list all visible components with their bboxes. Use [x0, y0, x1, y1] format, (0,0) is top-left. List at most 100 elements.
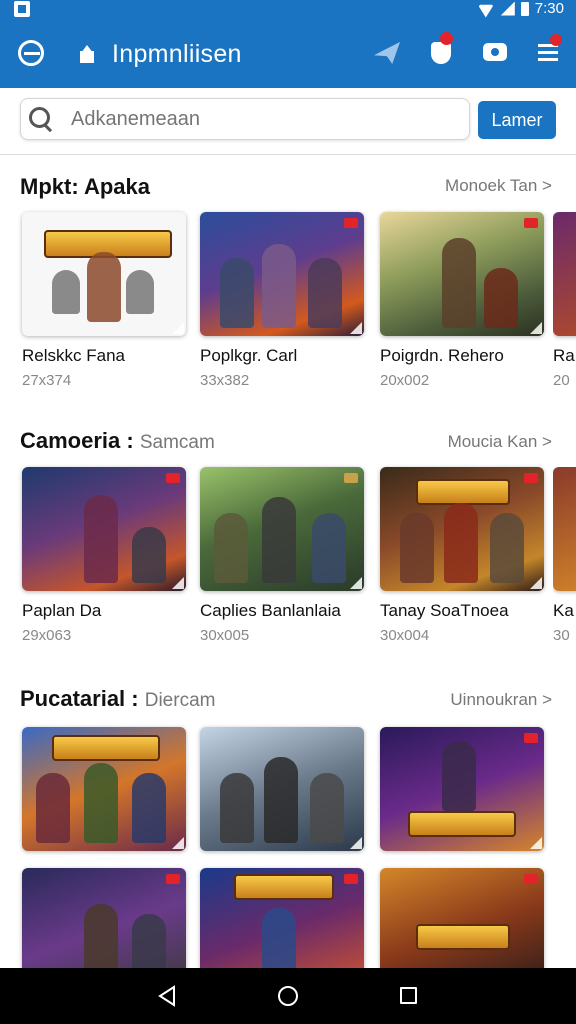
corner-fold: [172, 837, 184, 849]
game-card[interactable]: [200, 727, 366, 851]
character-figure: [87, 252, 121, 322]
card-size: 33x382: [200, 372, 250, 389]
game-logo: [234, 874, 334, 900]
badge-icon: [166, 874, 180, 884]
game-thumbnail: [200, 727, 364, 851]
character-figure: [400, 513, 434, 583]
card-title: Ra: [553, 346, 575, 365]
character-figure: [84, 495, 118, 583]
game-card[interactable]: Caplies Banlanlaia 30x005: [200, 467, 366, 644]
game-logo: [416, 479, 510, 505]
game-thumbnail: [22, 212, 186, 336]
section-subtitle: Diercam: [144, 690, 216, 711]
character-figure: [444, 503, 478, 583]
corner-fold: [350, 577, 362, 589]
character-figure: [84, 763, 118, 843]
character-figure: [36, 773, 70, 843]
corner-fold: [172, 577, 184, 589]
corner-fold: [530, 837, 542, 849]
chat-icon[interactable]: [482, 40, 508, 64]
character-figure: [312, 513, 346, 583]
game-thumbnail: [200, 467, 364, 591]
character-figure: [262, 244, 296, 328]
signal-icon: [500, 1, 515, 16]
home-icon[interactable]: [78, 45, 96, 63]
badge-icon: [524, 733, 538, 743]
section-title: Mpkt: Apaka: [20, 174, 150, 200]
character-figure: [126, 270, 154, 314]
section-more-link[interactable]: Uinnoukran >: [450, 690, 552, 710]
character-figure: [262, 497, 296, 583]
corner-fold: [172, 322, 184, 334]
notification-dot: [550, 34, 562, 46]
app-bar: Inpmnliisen: [0, 20, 576, 88]
game-thumbnail: [22, 727, 186, 851]
app-title: Inpmnliisen: [112, 40, 242, 68]
recent-apps-icon[interactable]: [400, 987, 417, 1004]
card-size: 20x002: [380, 372, 430, 389]
card-size: 30x005: [200, 627, 250, 644]
badge-icon: [344, 874, 358, 884]
wifi-icon: [477, 2, 495, 16]
badge-icon: [166, 473, 180, 483]
app-logo-icon[interactable]: [18, 40, 44, 66]
back-icon[interactable]: [157, 985, 177, 1007]
search-icon[interactable]: [29, 107, 53, 131]
status-icons: 7:30: [477, 0, 564, 17]
section-more-link[interactable]: Monoek Tan >: [445, 176, 552, 196]
section-more-link[interactable]: Moucia Kan >: [448, 432, 552, 452]
system-nav-bar: [0, 968, 576, 1024]
game-card[interactable]: [22, 727, 188, 851]
section-title: Camoeria : Samcam: [20, 428, 215, 454]
search-row: Lamer: [0, 88, 576, 155]
card-title: Tanay SoaTnoea: [380, 601, 509, 620]
battery-icon: [520, 1, 529, 16]
game-thumbnail: [22, 467, 186, 591]
character-figure: [308, 258, 342, 328]
section-title: Pucatarial : Diercam: [20, 686, 215, 712]
corner-fold: [350, 322, 362, 334]
game-card[interactable]: Poplkgr. Carl 33x382: [200, 212, 366, 389]
game-logo: [52, 735, 160, 761]
search-input[interactable]: [69, 107, 453, 132]
section-title-text: Camoeria :: [20, 428, 134, 453]
game-card[interactable]: Relskkc Fana 27x374: [22, 212, 188, 389]
game-card[interactable]: Tanay SoaTnoea 30x004: [380, 467, 546, 644]
search-box[interactable]: [20, 98, 470, 140]
home-nav-icon[interactable]: [278, 986, 298, 1006]
menu-list-icon[interactable]: [536, 34, 562, 64]
game-card[interactable]: [380, 727, 546, 851]
status-time: 7:30: [534, 0, 564, 17]
card-size: 20: [553, 372, 570, 389]
character-figure: [310, 773, 344, 843]
character-figure: [442, 741, 476, 811]
badge-icon: [344, 473, 358, 483]
section-title-text: Mpkt: Apaka: [20, 174, 150, 199]
section-subtitle: Samcam: [139, 432, 215, 453]
card-title: Paplan Da: [22, 601, 102, 620]
character-figure: [220, 773, 254, 843]
game-card[interactable]: Ka 30: [553, 467, 576, 644]
character-figure: [490, 513, 524, 583]
game-thumbnail: [380, 212, 544, 336]
character-figure: [484, 268, 518, 328]
corner-fold: [350, 837, 362, 849]
badge-icon: [524, 874, 538, 884]
search-button[interactable]: Lamer: [478, 101, 556, 139]
send-icon[interactable]: [374, 40, 400, 64]
game-card[interactable]: Ra 20: [553, 212, 576, 389]
game-logo: [408, 811, 516, 837]
card-title: Poigrdn. Rehero: [380, 346, 504, 365]
game-logo: [416, 924, 510, 950]
notification-icon: [14, 1, 30, 17]
card-title: Ka: [553, 601, 574, 620]
card-size: 29x063: [22, 627, 72, 644]
game-card[interactable]: Poigrdn. Rehero 20x002: [380, 212, 546, 389]
badge-icon: [524, 218, 538, 228]
game-card[interactable]: Paplan Da 29x063: [22, 467, 188, 644]
shield-icon[interactable]: [428, 32, 454, 64]
character-figure: [132, 773, 166, 843]
character-figure: [264, 757, 298, 843]
game-thumbnail: [380, 727, 544, 851]
card-title: Relskkc Fana: [22, 346, 125, 365]
